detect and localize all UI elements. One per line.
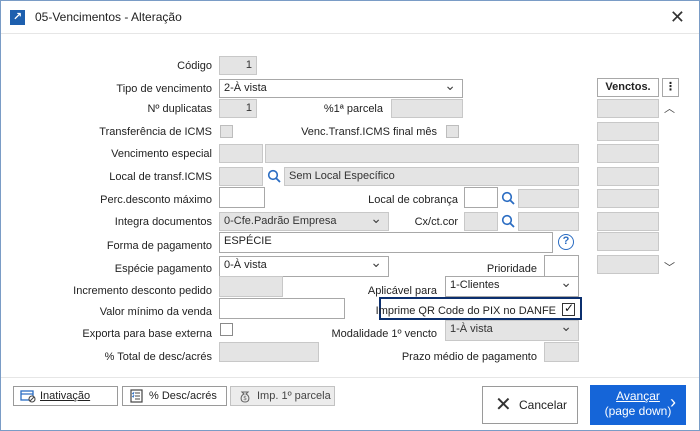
valor-minimo-label: Valor mínimo da venda	[99, 306, 212, 318]
vencimento-especial-desc	[265, 144, 579, 163]
local-cobranca-desc	[518, 189, 579, 208]
venctos-cell	[597, 232, 659, 251]
vencimento-especial-label: Vencimento especial	[111, 148, 212, 160]
desc-acres-label: % Desc/acrés	[149, 390, 217, 402]
money-bag-icon: $	[240, 391, 250, 403]
search-icon[interactable]	[501, 191, 515, 205]
inativacao-icon	[20, 390, 36, 403]
local-transf-icms-label: Local de transf.ICMS	[109, 171, 212, 183]
exporta-base-label: Exporta para base externa	[82, 328, 212, 340]
integra-documentos-select[interactable]: 0-Cfe.Padrão Empresa	[219, 212, 389, 231]
local-transf-icms-code	[219, 167, 263, 186]
aplicavel-para-label: Aplicável para	[367, 285, 437, 297]
cx-ct-cor-label: Cx/ct.cor	[414, 216, 458, 228]
prazo-medio-label: Prazo médio de pagamento	[401, 351, 537, 363]
pct-total-desc-field	[219, 342, 319, 362]
perc-desc-max-label: Perc.desconto máximo	[100, 194, 212, 206]
pct-total-desc-label: % Total de desc/acrés	[104, 351, 212, 363]
footer-divider	[1, 377, 699, 378]
venctos-header[interactable]: Venctos.	[597, 78, 659, 97]
especie-pagamento-select[interactable]: 0-À vista	[219, 256, 389, 277]
venctos-cell	[597, 212, 659, 231]
codigo-field: 1	[219, 56, 257, 75]
cancel-label: Cancelar	[519, 398, 568, 412]
app-arrow-icon: ↗	[10, 10, 25, 25]
help-icon[interactable]: ?	[558, 234, 574, 250]
transf-icms-checkbox[interactable]	[220, 125, 233, 138]
aplicavel-para-select[interactable]: 1-Clientes	[445, 276, 579, 297]
title-bar: ↗ 05-Vencimentos - Alteração ✕	[1, 1, 699, 34]
tipo-vencimento-label: Tipo de vencimento	[116, 83, 212, 95]
pct-1a-parcela-field	[391, 99, 463, 118]
scroll-up-icon[interactable]: ︿	[664, 100, 675, 116]
venctos-cell	[597, 189, 659, 208]
dialog-window: ↗ 05-Vencimentos - Alteração ✕ Código 1 …	[0, 0, 700, 431]
kebab-menu-icon[interactable]: ⋮	[662, 78, 679, 97]
desc-acres-button[interactable]: % Desc/acrés	[122, 386, 227, 406]
transf-icms-label: Transferência de ICMS	[99, 126, 212, 138]
exporta-base-checkbox[interactable]	[220, 323, 233, 336]
venc-transf-icms-label: Venc.Transf.ICMS final mês	[301, 126, 437, 138]
venc-transf-icms-checkbox[interactable]	[446, 125, 459, 138]
venctos-cell	[597, 144, 659, 163]
next-button[interactable]: Avançar (page down) ›	[590, 385, 686, 425]
codigo-label: Código	[177, 60, 212, 72]
scroll-down-icon[interactable]: ﹀	[664, 259, 675, 275]
prazo-medio-field	[544, 342, 579, 362]
inativacao-button[interactable]: Inativação	[13, 386, 118, 406]
incremento-desconto-field	[219, 276, 283, 297]
prioridade-input[interactable]	[544, 255, 579, 277]
close-icon[interactable]: ✕	[670, 7, 685, 27]
modalidade-select: 1-À vista	[445, 320, 579, 341]
cancel-button[interactable]: ✕ Cancelar	[482, 386, 578, 424]
valor-minimo-input[interactable]	[219, 298, 345, 319]
imprime-qr-label: Imprime QR Code do PIX no DANFE	[375, 305, 556, 317]
n-duplicatas-label: Nº duplicatas	[147, 103, 212, 115]
pct-1a-parcela-label: %1ª parcela	[323, 103, 383, 115]
prioridade-label: Prioridade	[486, 263, 537, 275]
local-cobranca-input[interactable]	[464, 187, 498, 208]
n-duplicatas-field: 1	[219, 99, 257, 118]
venctos-cell	[597, 122, 659, 141]
modalidade-label: Modalidade 1º vencto	[331, 328, 437, 340]
vencimento-especial-code	[219, 144, 263, 163]
svg-text:$: $	[243, 395, 247, 402]
search-icon[interactable]	[501, 214, 515, 228]
forma-pagamento-label: Forma de pagamento	[106, 240, 212, 252]
integra-documentos-label: Integra documentos	[114, 216, 212, 228]
venctos-cell	[597, 99, 659, 118]
forma-pagamento-input[interactable]: ESPÉCIE	[219, 232, 553, 253]
venctos-cell	[597, 167, 659, 186]
local-cobranca-label: Local de cobrança	[368, 194, 458, 206]
imprime-qr-checkbox[interactable]	[562, 301, 575, 316]
perc-desc-max-input[interactable]	[219, 187, 265, 208]
cx-ct-cor-input	[464, 212, 498, 231]
venctos-cell	[597, 255, 659, 274]
imp-parcela-button[interactable]: $ Imp. 1º parcela	[230, 386, 335, 406]
checklist-icon	[130, 389, 143, 403]
chevron-right-icon: ›	[670, 392, 676, 412]
incremento-desconto-label: Incremento desconto pedido	[73, 285, 212, 297]
tipo-vencimento-select[interactable]: 2-À vista	[219, 79, 463, 98]
local-transf-icms-desc: Sem Local Específico	[284, 167, 579, 186]
especie-pagamento-label: Espécie pagamento	[114, 263, 212, 275]
search-icon[interactable]	[267, 169, 281, 183]
window-title: 05-Vencimentos - Alteração	[35, 10, 182, 24]
imp-parcela-label: Imp. 1º parcela	[257, 390, 331, 402]
inativacao-label: Inativação	[40, 390, 91, 402]
close-icon: ✕	[495, 394, 512, 416]
cx-ct-cor-desc	[518, 212, 579, 231]
